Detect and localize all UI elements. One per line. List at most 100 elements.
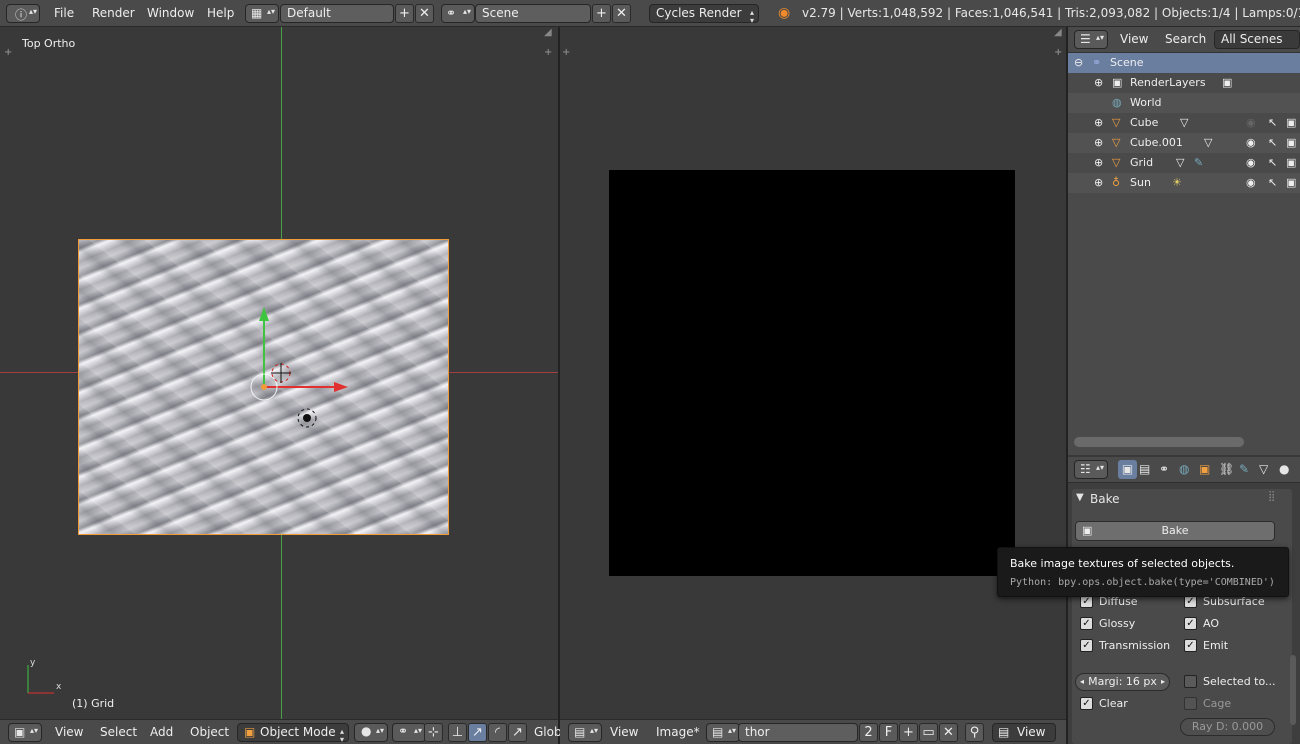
menu-view[interactable]: View bbox=[55, 720, 83, 744]
screen-layout-selector[interactable]: ▦ ▴▾ bbox=[245, 4, 279, 23]
bake-button[interactable]: ▣ Bake bbox=[1075, 521, 1275, 541]
clear-checkbox[interactable]: ✓ bbox=[1080, 697, 1093, 710]
chevron-right-icon[interactable]: ▸ bbox=[1161, 674, 1165, 690]
panel-collapse-triangle-icon[interactable]: ▼ bbox=[1076, 492, 1084, 503]
visibility-eye-icon[interactable]: ◉ bbox=[1246, 173, 1256, 193]
interaction-mode-dropdown[interactable]: ▣ Object Mode ▴ ▾ bbox=[237, 723, 349, 744]
new-image-button[interactable]: + bbox=[899, 723, 918, 742]
menu-view[interactable]: View bbox=[610, 720, 638, 744]
delete-layout-button[interactable]: ✕ bbox=[415, 4, 434, 23]
expand-icon[interactable]: ⊕ bbox=[1094, 73, 1103, 93]
menu-object[interactable]: Object bbox=[190, 720, 229, 744]
menu-file[interactable]: File bbox=[54, 0, 74, 27]
3d-viewport[interactable]: Top Ortho + + ◢ y x (1) Grid bbox=[0, 27, 558, 719]
menu-add[interactable]: Add bbox=[150, 720, 173, 744]
outliner-menu-search[interactable]: Search bbox=[1165, 27, 1206, 52]
outliner-display-mode-dropdown[interactable]: All Scenes bbox=[1214, 30, 1300, 49]
outliner-row-renderlayers[interactable]: ⊕ ▣ RenderLayers ▣ bbox=[1068, 73, 1300, 93]
material-tab-icon[interactable]: ● bbox=[1279, 462, 1289, 476]
chevron-left-icon[interactable]: ◂ bbox=[1080, 674, 1084, 690]
outliner-horizontal-scrollbar[interactable] bbox=[1074, 437, 1244, 447]
area-split-plus-icon[interactable]: + bbox=[4, 47, 12, 58]
scene-name-field[interactable]: Scene bbox=[475, 4, 591, 23]
editor-type-info-button[interactable]: ⓘ ▴▾ bbox=[6, 4, 40, 23]
render-camera-icon[interactable]: ▣ bbox=[1286, 113, 1296, 133]
ao-checkbox[interactable]: ✓ bbox=[1184, 617, 1197, 630]
constraints-tab-icon[interactable]: ⛓ bbox=[1219, 462, 1234, 476]
outliner-row-grid[interactable]: ⊕ ▽ Grid ▽ ✎ ◉ ↖ ▣ bbox=[1068, 153, 1300, 173]
select-cursor-icon[interactable]: ↖ bbox=[1268, 173, 1277, 193]
outliner-row-cube-001[interactable]: ⊕ ▽ Cube.001 ▽ ◉ ↖ ▣ bbox=[1068, 133, 1300, 153]
add-layout-button[interactable]: + bbox=[395, 4, 414, 23]
viewport-shading-button[interactable]: ● ▴▾ bbox=[354, 723, 388, 742]
open-image-button[interactable]: ▭ bbox=[919, 723, 938, 742]
emit-checkbox[interactable]: ✓ bbox=[1184, 639, 1197, 652]
pivot-point-button[interactable]: ⚭ ▴▾ bbox=[392, 723, 426, 742]
scene-selector[interactable]: ⚭ ▴▾ bbox=[441, 4, 475, 23]
menu-image[interactable]: Image* bbox=[656, 720, 700, 744]
area-split-plus-icon[interactable]: + bbox=[562, 47, 570, 58]
menu-select[interactable]: Select bbox=[100, 720, 137, 744]
area-corner-grip-icon[interactable]: ◢ bbox=[1054, 27, 1062, 38]
render-camera-icon[interactable]: ▣ bbox=[1286, 153, 1296, 173]
expand-icon[interactable]: ⊕ bbox=[1094, 153, 1103, 173]
transform-orientation-dropdown[interactable]: Glob bbox=[534, 720, 562, 744]
outliner-row-cube[interactable]: ⊕ ▽ Cube ▽ ◉ ↖ ▣ bbox=[1068, 113, 1300, 133]
render-camera-icon[interactable]: ▣ bbox=[1286, 173, 1296, 193]
outliner-row-scene[interactable]: ⊖ ⚭ Scene bbox=[1068, 53, 1300, 73]
add-scene-button[interactable]: + bbox=[592, 4, 611, 23]
delete-scene-button[interactable]: ✕ bbox=[612, 4, 631, 23]
outliner-row-sun[interactable]: ⊕ ♁ Sun ☀ ◉ ↖ ▣ bbox=[1068, 173, 1300, 193]
manipulator-arc-icon[interactable]: ◜ bbox=[488, 723, 507, 742]
expand-icon[interactable]: ⊕ bbox=[1094, 133, 1103, 153]
manipulator-toggle-icon[interactable]: ⊹ bbox=[424, 723, 443, 742]
margin-field[interactable]: ◂ Margi: 16 px ▸ bbox=[1075, 673, 1170, 691]
browse-image-button[interactable]: ▤ ▴▾ bbox=[706, 723, 740, 742]
manipulator-rotate-icon[interactable]: ↗ bbox=[468, 723, 487, 742]
render-engine-dropdown[interactable]: Cycles Render ▴ ▾ bbox=[649, 4, 759, 25]
layout-name-field[interactable]: Default bbox=[280, 4, 394, 23]
object-tab-icon[interactable]: ▣ bbox=[1199, 462, 1210, 476]
editor-type-outliner-button[interactable]: ☰ ▴▾ bbox=[1074, 30, 1108, 49]
menu-help[interactable]: Help bbox=[207, 0, 234, 27]
expand-icon[interactable]: ⊕ bbox=[1094, 173, 1103, 193]
panel-drag-grip-icon[interactable]: ⣿ bbox=[1268, 491, 1275, 502]
visibility-eye-icon[interactable]: ◉ bbox=[1246, 133, 1256, 153]
image-mode-dropdown[interactable]: ▤ View bbox=[992, 723, 1056, 742]
select-cursor-icon[interactable]: ↖ bbox=[1268, 113, 1277, 133]
render-layers-tab-icon[interactable]: ▤ bbox=[1139, 462, 1150, 476]
glossy-checkbox[interactable]: ✓ bbox=[1080, 617, 1093, 630]
scene-tab-icon[interactable]: ⚭ bbox=[1159, 462, 1169, 476]
ray-distance-field[interactable]: Ray D: 0.000 bbox=[1180, 718, 1275, 736]
properties-scrollbar[interactable] bbox=[1290, 655, 1296, 725]
editor-type-image-button[interactable]: ▤ ▴▾ bbox=[568, 723, 602, 742]
fake-user-button[interactable]: F bbox=[879, 723, 898, 742]
select-cursor-icon[interactable]: ↖ bbox=[1268, 133, 1277, 153]
transmission-checkbox[interactable]: ✓ bbox=[1080, 639, 1093, 652]
baked-image-canvas[interactable] bbox=[609, 170, 1015, 576]
pin-image-button[interactable]: ⚲ bbox=[965, 723, 984, 742]
image-name-field[interactable]: thor bbox=[738, 723, 858, 742]
collapse-icon[interactable]: ⊖ bbox=[1074, 53, 1083, 73]
select-cursor-icon[interactable]: ↖ bbox=[1268, 153, 1277, 173]
editor-type-properties-button[interactable]: ☷ ▴▾ bbox=[1074, 460, 1108, 479]
modifiers-tab-wrench-icon[interactable]: ✎ bbox=[1239, 462, 1249, 476]
transform-gizmo[interactable] bbox=[240, 297, 370, 437]
world-tab-icon[interactable]: ◍ bbox=[1179, 462, 1189, 476]
visibility-eye-icon[interactable]: ◉ bbox=[1246, 113, 1256, 133]
unlink-image-button[interactable]: ✕ bbox=[939, 723, 958, 742]
manipulator-scale-icon[interactable]: ↗ bbox=[508, 723, 527, 742]
outliner-menu-view[interactable]: View bbox=[1120, 27, 1148, 52]
render-camera-icon[interactable]: ▣ bbox=[1286, 133, 1296, 153]
area-split-plus-icon[interactable]: + bbox=[544, 47, 552, 58]
image-editor-viewport[interactable]: + + ◢ bbox=[560, 27, 1066, 719]
area-split-plus-icon[interactable]: + bbox=[1054, 47, 1062, 58]
cage-checkbox[interactable]: ✓ bbox=[1184, 697, 1197, 710]
selected-to-active-checkbox[interactable]: ✓ bbox=[1184, 675, 1197, 688]
outliner-row-world[interactable]: ◍ World bbox=[1068, 93, 1300, 113]
data-tab-mesh-icon[interactable]: ▽ bbox=[1259, 462, 1268, 476]
visibility-eye-icon[interactable]: ◉ bbox=[1246, 153, 1256, 173]
area-corner-grip-icon[interactable]: ◢ bbox=[544, 27, 552, 38]
menu-render[interactable]: Render bbox=[92, 0, 135, 27]
menu-window[interactable]: Window bbox=[147, 0, 194, 27]
